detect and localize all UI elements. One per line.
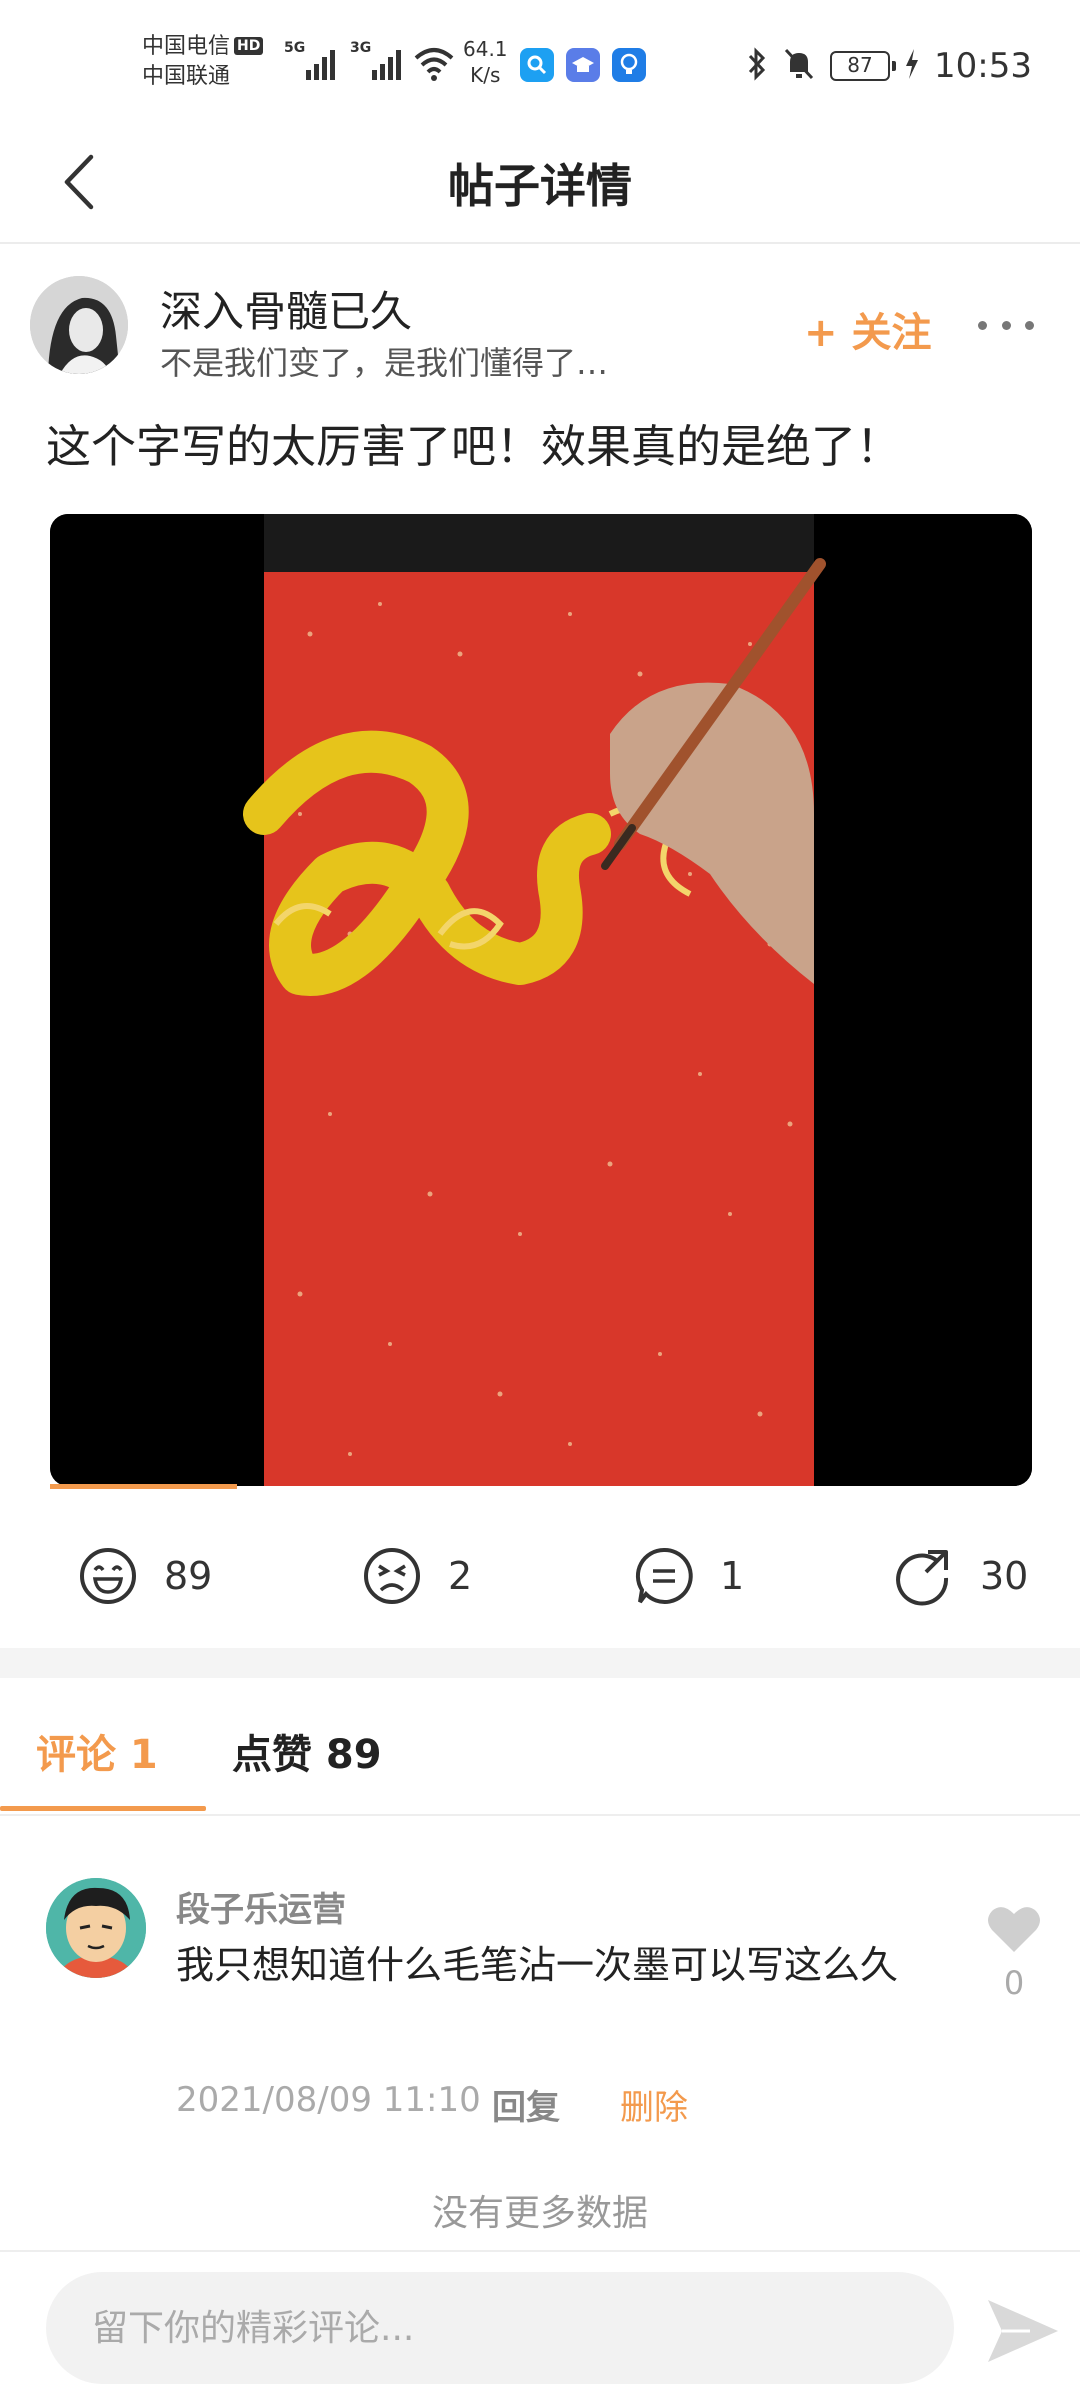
active-tab-indicator [0, 1806, 206, 1811]
comment-text: 我只想知道什么毛笔沾一次墨可以写这么久 [176, 1943, 899, 1987]
tab-comments[interactable]: 评论 1 [36, 1722, 158, 1780]
signal-tag-1: 5G [284, 40, 306, 56]
signal-tag-2: 3G [350, 40, 372, 56]
status-bar: 中国电信 HD 中国联通 5G 3G 64.1 K/s 87 10:53 [0, 0, 1080, 120]
carrier-2: 中国联通 [142, 64, 231, 89]
hd-badge: HD [234, 37, 264, 55]
carrier-info: 中国电信 HD 中国联通 [142, 32, 264, 92]
carrier-1: 中国电信 [142, 34, 231, 59]
send-icon [988, 2300, 1058, 2362]
comment-action[interactable]: 1 [634, 1536, 744, 1616]
tab-likes[interactable]: 点赞 89 [232, 1722, 382, 1780]
page-title: 帖子详情 [448, 159, 632, 213]
comment-bar [0, 2250, 1080, 2400]
video-frame [50, 514, 1032, 1486]
wifi-icon [412, 44, 456, 88]
comment-count: 1 [720, 1554, 745, 1598]
no-more-data-text: 没有更多数据 [431, 2193, 648, 2234]
dislike-count: 2 [448, 1554, 473, 1598]
commenter-avatar[interactable] [46, 1878, 146, 1978]
send-button[interactable] [986, 2296, 1060, 2366]
laugh-reaction[interactable]: 89 [78, 1536, 212, 1616]
video-progress-bar[interactable] [50, 1484, 237, 1489]
search-app-icon [520, 48, 554, 82]
signal-icon-2: 3G [350, 40, 406, 88]
comment-timestamp: 2021/08/09 11:10 [176, 2080, 481, 2120]
angry-face-icon [364, 1548, 420, 1604]
comment-input[interactable] [46, 2272, 954, 2384]
status-right: 87 10:53 [746, 44, 1032, 88]
comment-reply-button[interactable]: 回复 [492, 2080, 560, 2129]
laugh-face-icon [80, 1548, 136, 1604]
share-action[interactable]: 30 [892, 1536, 1028, 1616]
author-signature: 不是我们变了，是我们懂得了… [160, 344, 609, 382]
comment-like-button[interactable] [986, 1904, 1042, 1954]
laugh-count: 89 [164, 1554, 213, 1598]
lightbulb-app-icon [612, 48, 646, 82]
graduation-app-icon [566, 48, 600, 82]
author-avatar[interactable] [30, 276, 128, 374]
comment-bubble-icon [635, 1547, 693, 1604]
comment-delete-button[interactable]: 删除 [620, 2080, 688, 2129]
heart-icon [988, 1907, 1040, 1952]
section-divider [0, 1648, 1080, 1678]
follow-button[interactable]: + 关注 [804, 300, 931, 358]
video-player[interactable] [50, 514, 1032, 1486]
mute-bell-icon [782, 46, 816, 86]
share-count: 30 [980, 1554, 1029, 1598]
bluetooth-icon [746, 46, 768, 86]
network-speed-value: 64.1 [463, 37, 508, 61]
network-speed-unit: K/s [470, 63, 501, 87]
comment-username[interactable]: 段子乐运营 [176, 1882, 346, 1931]
tabs-border [0, 1814, 1080, 1816]
comment-like-count: 0 [1003, 1964, 1025, 2002]
dislike-reaction[interactable]: 2 [362, 1536, 472, 1616]
clock: 10:53 [934, 46, 1032, 86]
share-arrow-icon [896, 1550, 949, 1606]
author-name[interactable]: 深入骨髓已久 [160, 278, 412, 339]
network-speed: 64.1 K/s [463, 36, 508, 88]
header: 帖子详情 [0, 120, 1080, 244]
post-text: 这个字写的太厉害了吧！效果真的是绝了！ [46, 420, 902, 473]
charging-icon [904, 47, 920, 85]
more-options-icon[interactable] [978, 310, 1034, 340]
battery-indicator: 87 [830, 51, 897, 81]
signal-icon-1: 5G [284, 40, 340, 88]
